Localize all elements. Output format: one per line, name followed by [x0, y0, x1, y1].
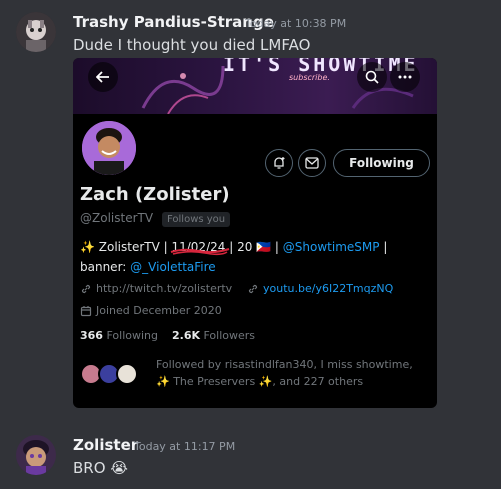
website-text[interactable]: http://twitch.tv/zolistertv: [96, 282, 232, 295]
more-dots-icon: [398, 75, 412, 79]
banner-subtitle: subscribe.: [289, 73, 330, 82]
mail-icon: [305, 157, 319, 169]
search-button[interactable]: [357, 62, 387, 92]
follows-you-badge: Follows you: [162, 212, 231, 227]
message-timestamp: Today at 11:17 PM: [134, 440, 236, 453]
following-count: 366: [80, 329, 103, 342]
back-button[interactable]: [88, 62, 118, 92]
following-label: Following: [106, 329, 158, 342]
youtube-row: youtu.be/y6I22TmqzNQ: [247, 282, 393, 295]
profile-picture[interactable]: [79, 118, 139, 178]
banner-credit-label: banner:: [80, 260, 127, 274]
red-strike-icon: [171, 248, 230, 256]
followers-count-link[interactable]: 2.6K Followers: [172, 329, 255, 342]
author-avatar[interactable]: [16, 435, 56, 475]
joined-text: Joined December 2020: [96, 304, 222, 317]
calendar-icon: [80, 305, 92, 316]
message-button[interactable]: [298, 149, 326, 177]
bio-line-2: banner: @_ViolettaFire: [80, 260, 216, 274]
author-name[interactable]: Trashy Pandius-Strange: [73, 13, 274, 31]
message-text: BRO: [73, 459, 106, 477]
joined-row: Joined December 2020: [80, 304, 222, 317]
mutual-avatar-3: [116, 363, 138, 385]
message-timestamp: Today at 10:38 PM: [245, 17, 347, 30]
message-text-row: BRO 😭: [73, 459, 128, 477]
bio-middle: | 20 🇵🇭 |: [229, 240, 279, 254]
bio-end: |: [383, 240, 388, 254]
more-button[interactable]: [390, 62, 420, 92]
author-avatar[interactable]: [16, 12, 56, 52]
website-row: http://twitch.tv/zolistertv: [80, 282, 232, 295]
message-1: Trashy Pandius-Strange Today at 10:38 PM…: [0, 0, 501, 58]
message-2: Zolister Today at 11:17 PM BRO 😭: [0, 425, 501, 489]
bell-plus-icon: [274, 157, 285, 169]
bio-date: 11/02/24: [171, 240, 230, 256]
profile-photo-icon: [82, 121, 136, 175]
notify-button[interactable]: [265, 149, 293, 177]
following-button[interactable]: Following: [333, 149, 430, 177]
avatar-art-icon: [16, 12, 56, 52]
bio-mention-link[interactable]: @ShowtimeSMP: [283, 240, 380, 254]
avatar-art-icon: [16, 435, 56, 475]
following-count-link[interactable]: 366 Following: [80, 329, 158, 342]
message-text: Dude I thought you died LMFAO: [73, 36, 311, 54]
link-icon: [248, 284, 258, 293]
followers-label: Followers: [203, 329, 256, 342]
youtube-link[interactable]: youtu.be/y6I22TmqzNQ: [263, 282, 393, 295]
display-name: Zach (Zolister): [80, 184, 230, 205]
follow-counts: 366 Following 2.6K Followers: [80, 329, 255, 342]
banner-credit-link[interactable]: @_ViolettaFire: [130, 260, 216, 274]
followed-by-text[interactable]: Followed by risastindlfan340, I miss sho…: [156, 356, 426, 390]
profile-handle: @ZolisterTV: [80, 211, 154, 225]
crying-emoji: 😭: [110, 459, 128, 477]
arrow-left-icon: [96, 71, 109, 83]
author-name[interactable]: Zolister: [73, 436, 138, 454]
bio-line-1: ✨ ZolisterTV | 11/02/24 | 20 🇵🇭 | @Showt…: [80, 240, 388, 256]
followers-count: 2.6K: [171, 329, 200, 342]
search-icon: [365, 70, 379, 84]
embedded-image[interactable]: IT'S SHOWTIME subscribe. Following Zach …: [73, 58, 437, 408]
link-icon: [81, 284, 91, 293]
bio-prefix: ✨ ZolisterTV |: [80, 240, 168, 254]
